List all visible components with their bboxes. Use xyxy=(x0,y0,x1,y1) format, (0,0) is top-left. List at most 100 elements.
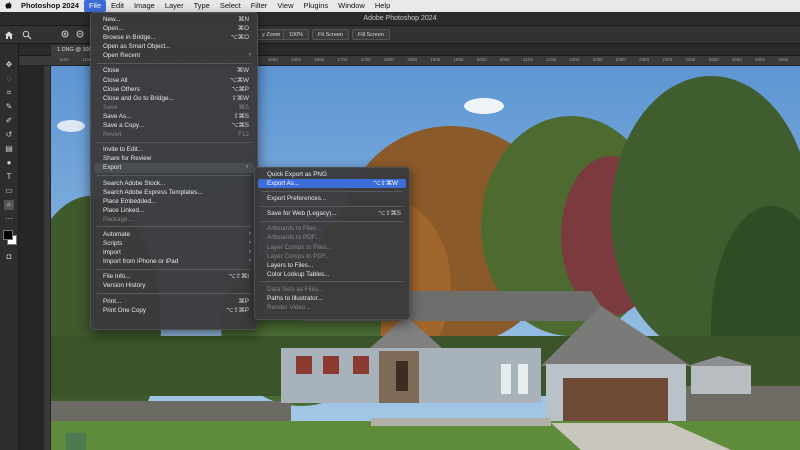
fit-screen-button[interactable]: Fit Screen xyxy=(312,29,350,40)
export-menu-item-paths-to-illustrator[interactable]: Paths to Illustrator... xyxy=(255,294,409,303)
menubar-edit[interactable]: Edit xyxy=(106,0,129,12)
menu-item-label: Artboards to PDF... xyxy=(267,234,321,242)
menu-item-label: Color Lookup Tables... xyxy=(267,270,330,278)
menu-item-shortcut: ⌥⌘O xyxy=(230,34,249,42)
file-menu-item-share-for-review[interactable]: Share for Review xyxy=(91,154,257,163)
ruler-tick-label: 1600 xyxy=(291,57,302,62)
file-menu-item-close-all[interactable]: Close All ⌥⌘W xyxy=(91,76,257,85)
type-tool-icon[interactable]: T xyxy=(4,172,14,182)
file-menu-item-search-adobe-stock[interactable]: Search Adobe Stock... xyxy=(91,179,257,188)
file-menu-item-file-info[interactable]: File Info... ⌥⇧⌘I xyxy=(91,272,257,281)
ruler-tick-label: 1850 xyxy=(407,57,418,62)
file-menu-item-save-as[interactable]: Save As... ⇧⌘S xyxy=(91,112,257,121)
menu-item-label: Export As... xyxy=(267,180,300,188)
file-menu-item-close-and-go-to-bridge[interactable]: Close and Go to Bridge... ⇧⌘W xyxy=(91,94,257,103)
zoom-100-button[interactable]: 100% xyxy=(283,29,310,40)
ruler-tick-label: 2150 xyxy=(546,57,557,62)
file-menu-item-new[interactable]: New... ⌘N xyxy=(91,15,257,24)
menubar-view[interactable]: View xyxy=(272,0,298,12)
export-menu-item-layer-comps-to-pdf: Layer Comps to PDF... xyxy=(255,252,409,261)
export-menu-item-layers-to-files[interactable]: Layers to Files... xyxy=(255,261,409,270)
menubar-window[interactable]: Window xyxy=(333,0,370,12)
menu-item-label: Search Adobe Stock... xyxy=(103,179,166,187)
menubar-layer[interactable]: Layer xyxy=(160,0,189,12)
file-menu-item-print-one-copy[interactable]: Print One Copy ⌥⇧⌘P xyxy=(91,306,257,315)
menu-item-shortcut: ⌥⌘S xyxy=(231,122,249,130)
menubar-app-name[interactable]: Photoshop 2024 xyxy=(16,0,84,12)
file-menu-item-open[interactable]: Open... ⌘O xyxy=(91,24,257,33)
file-menu: New... ⌘N Open... ⌘O Browse in Bridge... ⌥⌘O O… xyxy=(90,12,258,330)
export-submenu: Quick Export as PNG Export As... ⌥⇧⌘W Expor… xyxy=(254,167,410,320)
crop-tool-icon[interactable]: ⌗ xyxy=(4,88,14,98)
move-tool-icon[interactable]: ✥ xyxy=(4,60,14,70)
ruler-tick-label: 2650 xyxy=(778,57,789,62)
menu-item-shortcut: ⌘W xyxy=(236,67,249,75)
zoom-out-icon[interactable] xyxy=(72,26,90,44)
file-menu-item-place-linked[interactable]: Place Linked... xyxy=(91,206,257,215)
dodge-tool-icon[interactable]: ● xyxy=(4,158,14,168)
menubar-help[interactable]: Help xyxy=(370,0,395,12)
home-icon[interactable] xyxy=(0,26,18,44)
menu-item-shortcut: ⌘O xyxy=(237,25,249,33)
ruler-tick-label: 1650 xyxy=(314,57,325,62)
file-menu-item-automate[interactable]: Automate › xyxy=(91,230,257,239)
file-menu-item-open-as-smart-object[interactable]: Open as Smart Object... xyxy=(91,42,257,51)
menubar-file[interactable]: File xyxy=(83,0,107,12)
ruler-tick-label: 2200 xyxy=(569,57,580,62)
brush-tool-icon[interactable]: ✐ xyxy=(4,116,14,126)
eyedropper-tool-icon[interactable]: ✎ xyxy=(4,102,14,112)
file-menu-item-import-from-iphone-or-ipad[interactable]: Import from iPhone or iPad › xyxy=(91,257,257,266)
export-menu-item-color-lookup-tables[interactable]: Color Lookup Tables... xyxy=(255,270,409,279)
menubar-image[interactable]: Image xyxy=(129,0,160,12)
menubar-type[interactable]: Type xyxy=(189,0,215,12)
file-menu-item-scripts[interactable]: Scripts › xyxy=(91,239,257,248)
scrubby-zoom-button[interactable]: y Zoom xyxy=(256,29,287,40)
file-menu-item-import[interactable]: Import › xyxy=(91,248,257,257)
canvas-gutter xyxy=(19,66,44,450)
menu-item-label: Layers to Files... xyxy=(267,261,314,269)
file-menu-item-place-embedded[interactable]: Place Embedded... xyxy=(91,197,257,206)
menu-item-label: Close All xyxy=(103,76,128,84)
history-brush-tool-icon[interactable]: ↺ xyxy=(4,130,14,140)
file-menu-item-export[interactable]: Export › xyxy=(94,163,254,173)
gradient-tool-icon[interactable]: ▤ xyxy=(4,144,14,154)
export-menu-item-layer-comps-to-files: Layer Comps to Files... xyxy=(255,243,409,252)
mac-menubar: Photoshop 2024 File Edit Image Layer Typ… xyxy=(0,0,800,12)
ruler-tick-label: 2350 xyxy=(639,57,650,62)
zoom-tool-icon[interactable]: ⌕ xyxy=(4,200,14,210)
file-menu-item-save-a-copy[interactable]: Save a Copy... ⌥⌘S xyxy=(91,121,257,130)
vertical-ruler[interactable] xyxy=(44,66,51,450)
menu-item-label: Export Preferences... xyxy=(267,195,327,203)
ruler-tick-label: 2000 xyxy=(476,57,487,62)
menu-item-label: Search Adobe Express Templates... xyxy=(103,188,203,196)
ruler-tick-label: 2550 xyxy=(731,57,742,62)
file-menu-item-version-history[interactable]: Version History xyxy=(91,281,257,290)
export-menu-item-export-preferences[interactable]: Export Preferences... xyxy=(255,194,409,203)
apple-icon[interactable] xyxy=(0,1,16,11)
file-menu-item-search-adobe-express-templates[interactable]: Search Adobe Express Templates... xyxy=(91,188,257,197)
ruler-tick-label: 2250 xyxy=(592,57,603,62)
rectangle-tool-icon[interactable]: ▭ xyxy=(4,186,14,196)
menu-item-label: Share for Review xyxy=(103,155,152,163)
lasso-tool-icon[interactable]: ◌ xyxy=(4,74,14,84)
file-menu-item-open-recent[interactable]: Open Recent › xyxy=(91,51,257,60)
ruler-tick-label: 2450 xyxy=(685,57,696,62)
export-menu-item-quick-export-as-png[interactable]: Quick Export as PNG xyxy=(255,170,409,179)
menu-item-label: Package... xyxy=(103,215,133,223)
export-menu-item-export-as[interactable]: Export As... ⌥⇧⌘W xyxy=(258,179,406,189)
foreground-color-swatch[interactable] xyxy=(3,230,13,240)
file-menu-item-close-others[interactable]: Close Others ⌥⌘P xyxy=(91,85,257,94)
menu-item-label: Paths to Illustrator... xyxy=(267,295,323,303)
menubar-select[interactable]: Select xyxy=(215,0,246,12)
file-menu-item-print[interactable]: Print... ⌘P xyxy=(91,297,257,306)
more-tools-icon[interactable]: ⋯ xyxy=(4,214,14,224)
fill-screen-button[interactable]: Fill Screen xyxy=(352,29,390,40)
file-menu-item-invite-to-edit[interactable]: Invite to Edit... xyxy=(91,145,257,154)
export-menu-item-save-for-web-legacy[interactable]: Save for Web (Legacy)... ⌥⇧⌘S xyxy=(255,209,409,218)
menubar-filter[interactable]: Filter xyxy=(246,0,273,12)
menubar-plugins[interactable]: Plugins xyxy=(299,0,334,12)
file-menu-item-close[interactable]: Close ⌘W xyxy=(91,66,257,75)
quick-mask-icon[interactable]: ◘ xyxy=(4,252,14,262)
zoom-tool-icon[interactable] xyxy=(18,26,36,44)
file-menu-item-browse-in-bridge[interactable]: Browse in Bridge... ⌥⌘O xyxy=(91,33,257,42)
